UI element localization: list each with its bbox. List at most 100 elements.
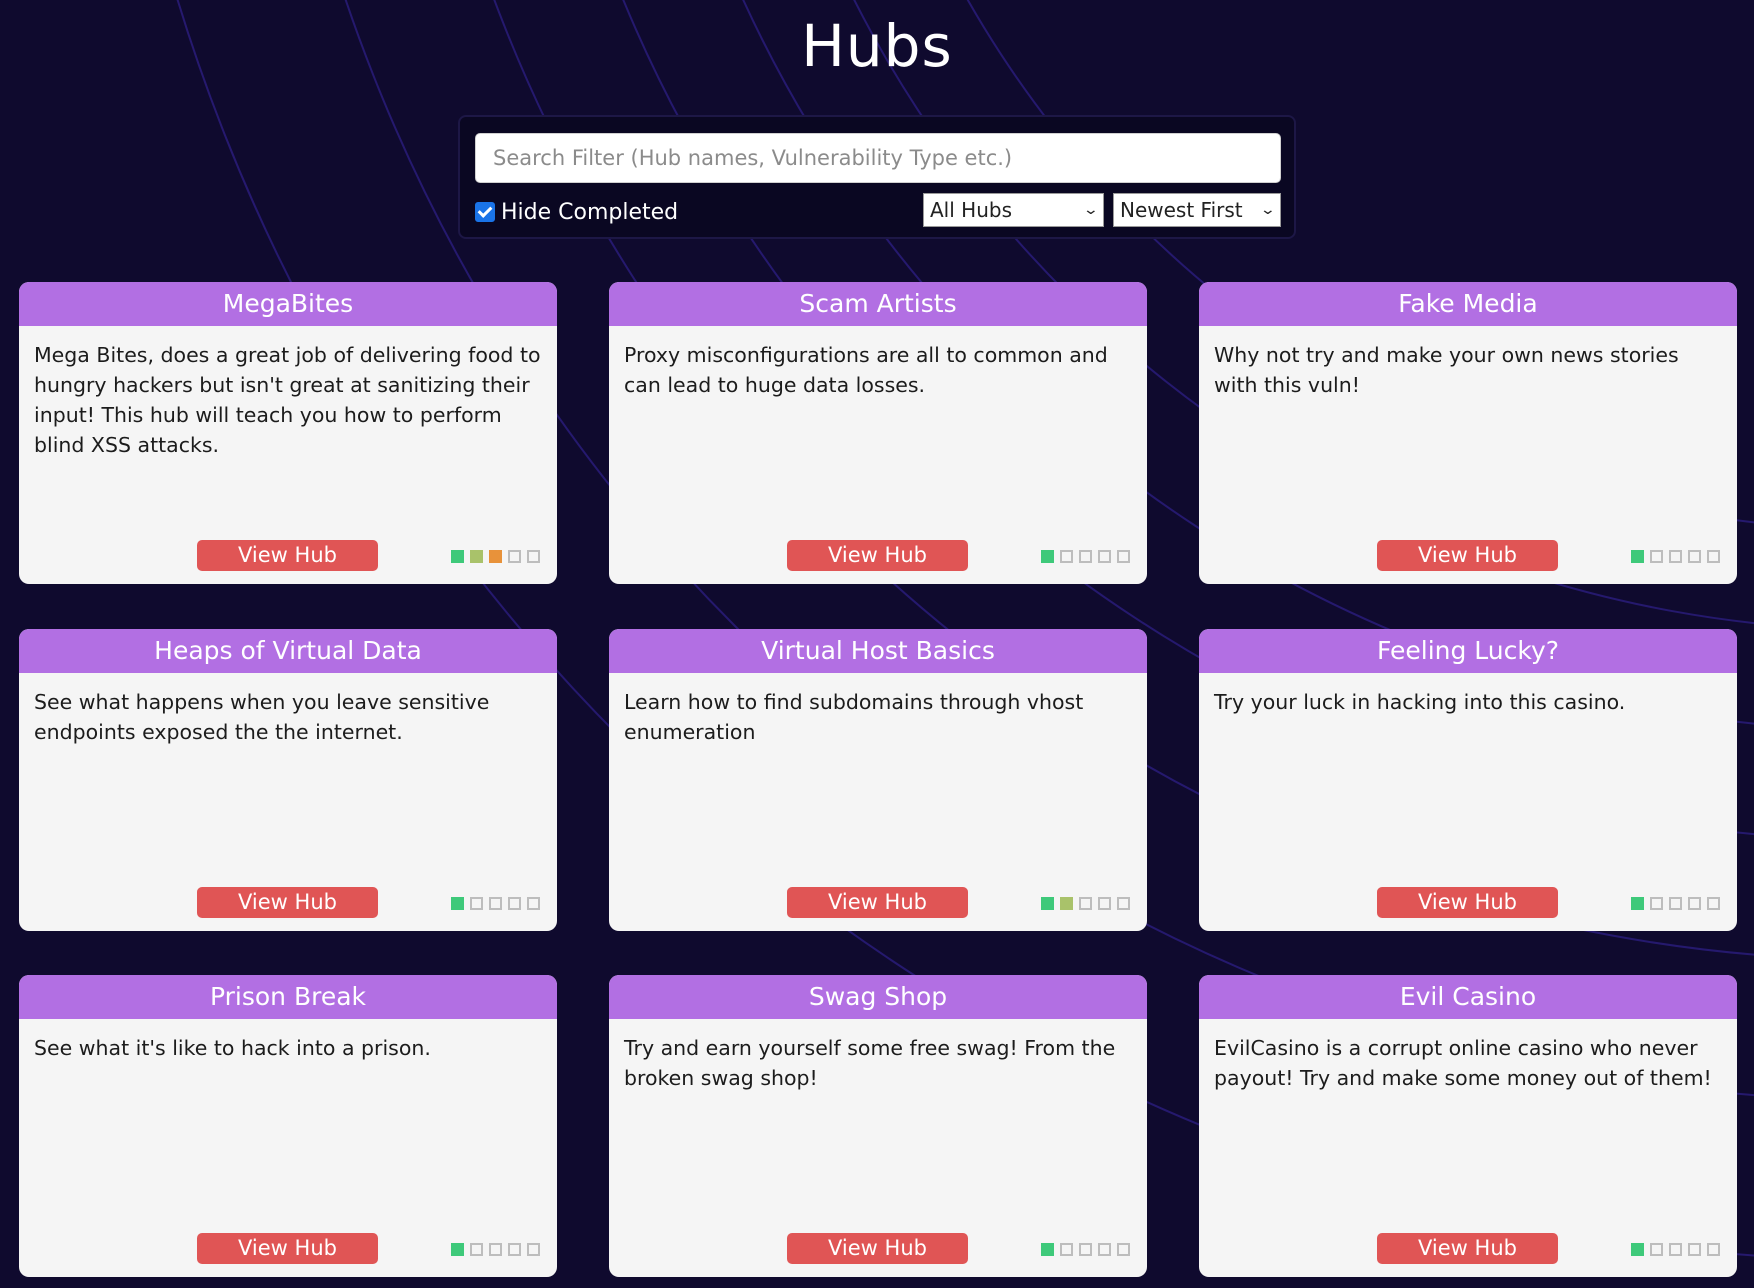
difficulty-square (1117, 550, 1130, 563)
hub-card-description: Learn how to find subdomains through vho… (624, 690, 1084, 744)
difficulty-square (1098, 897, 1111, 910)
page-title: Hubs (801, 12, 953, 80)
hub-card-description: See what happens when you leave sensitiv… (34, 690, 490, 744)
difficulty-square (1631, 1243, 1644, 1256)
view-hub-button[interactable]: View Hub (197, 887, 378, 918)
difficulty-square (1650, 1243, 1663, 1256)
hub-card-title: Scam Artists (609, 282, 1147, 326)
hub-card-title: Swag Shop (609, 975, 1147, 1019)
difficulty-square (1060, 550, 1073, 563)
chevron-down-icon: ⌄ (1259, 202, 1277, 218)
difficulty-indicator (1041, 550, 1136, 563)
hide-completed-checkbox[interactable] (475, 202, 495, 222)
difficulty-square (470, 1243, 483, 1256)
hub-card-description: EvilCasino is a corrupt online casino wh… (1214, 1036, 1712, 1090)
difficulty-square (470, 897, 483, 910)
difficulty-square (451, 550, 464, 563)
difficulty-square (489, 1243, 502, 1256)
difficulty-square (508, 550, 521, 563)
sort-select-value: Newest First (1120, 198, 1243, 222)
difficulty-square (1707, 1243, 1720, 1256)
category-select-value: All Hubs (930, 198, 1012, 222)
difficulty-square (1707, 550, 1720, 563)
hub-card-description: See what it's like to hack into a prison… (34, 1036, 431, 1060)
hub-card: Feeling Lucky? Try your luck in hacking i… (1199, 629, 1737, 931)
hubs-page: Hubs Hide Completed All Hubs ⌄ Newest Fi… (0, 0, 1754, 1288)
sort-select[interactable]: Newest First ⌄ (1113, 193, 1281, 227)
difficulty-square (1098, 1243, 1111, 1256)
difficulty-square (1688, 550, 1701, 563)
difficulty-square (1631, 897, 1644, 910)
hub-card: MegaBites Mega Bites, does a great job of… (19, 282, 557, 584)
view-hub-button[interactable]: View Hub (197, 540, 378, 571)
difficulty-square (489, 550, 502, 563)
hub-card-description: Try and earn yourself some free swag! Fr… (624, 1036, 1116, 1090)
difficulty-square (527, 1243, 540, 1256)
hub-card-title: Prison Break (19, 975, 557, 1019)
difficulty-square (1688, 897, 1701, 910)
difficulty-square (451, 897, 464, 910)
hub-card-description: Mega Bites, does a great job of deliveri… (34, 343, 541, 457)
difficulty-indicator (451, 1243, 546, 1256)
difficulty-square (508, 897, 521, 910)
difficulty-square (451, 1243, 464, 1256)
chevron-down-icon: ⌄ (1082, 202, 1100, 218)
difficulty-square (1098, 550, 1111, 563)
view-hub-button[interactable]: View Hub (1377, 887, 1558, 918)
hub-card-title: Heaps of Virtual Data (19, 629, 557, 673)
difficulty-square (1041, 897, 1054, 910)
difficulty-square (1669, 897, 1682, 910)
difficulty-indicator (451, 897, 546, 910)
hub-card: Prison Break See what it's like to hack i… (19, 975, 557, 1277)
hub-card-title: Virtual Host Basics (609, 629, 1147, 673)
hub-card: Evil Casino EvilCasino is a corrupt onlin… (1199, 975, 1737, 1277)
difficulty-square (1079, 897, 1092, 910)
difficulty-square (1688, 1243, 1701, 1256)
difficulty-square (527, 897, 540, 910)
difficulty-square (1117, 1243, 1130, 1256)
difficulty-indicator (1631, 897, 1726, 910)
difficulty-square (1669, 1243, 1682, 1256)
hub-card-description: Proxy misconfigurations are all to commo… (624, 343, 1108, 397)
difficulty-square (1060, 897, 1073, 910)
view-hub-button[interactable]: View Hub (787, 540, 968, 571)
difficulty-square (1079, 550, 1092, 563)
difficulty-indicator (1631, 550, 1726, 563)
difficulty-square (470, 550, 483, 563)
hub-card: Scam Artists Proxy misconfigurations are … (609, 282, 1147, 584)
hub-card-title: Fake Media (1199, 282, 1737, 326)
difficulty-square (1060, 1243, 1073, 1256)
hide-completed-label: Hide Completed (501, 199, 679, 225)
hub-card: Heaps of Virtual Data See what happens wh… (19, 629, 557, 931)
difficulty-square (1631, 550, 1644, 563)
difficulty-indicator (1041, 1243, 1136, 1256)
difficulty-square (1707, 897, 1720, 910)
difficulty-square (1650, 550, 1663, 563)
category-select[interactable]: All Hubs ⌄ (923, 193, 1104, 227)
difficulty-square (489, 897, 502, 910)
hub-card-title: Feeling Lucky? (1199, 629, 1737, 673)
difficulty-square (1650, 897, 1663, 910)
view-hub-button[interactable]: View Hub (1377, 540, 1558, 571)
hide-completed-toggle[interactable]: Hide Completed (475, 197, 678, 227)
hub-card-title: Evil Casino (1199, 975, 1737, 1019)
search-input[interactable] (475, 133, 1281, 183)
difficulty-square (527, 550, 540, 563)
view-hub-button[interactable]: View Hub (787, 1233, 968, 1264)
hub-card: Swag Shop Try and earn yourself some free… (609, 975, 1147, 1277)
hub-card: Virtual Host Basics Learn how to find sub… (609, 629, 1147, 931)
difficulty-square (1117, 897, 1130, 910)
difficulty-indicator (1631, 1243, 1726, 1256)
difficulty-square (1041, 550, 1054, 563)
view-hub-button[interactable]: View Hub (1377, 1233, 1558, 1264)
view-hub-button[interactable]: View Hub (197, 1233, 378, 1264)
difficulty-square (1079, 1243, 1092, 1256)
hub-card-title: MegaBites (19, 282, 557, 326)
difficulty-square (1669, 550, 1682, 563)
difficulty-indicator (451, 550, 546, 563)
difficulty-square (508, 1243, 521, 1256)
difficulty-indicator (1041, 897, 1136, 910)
view-hub-button[interactable]: View Hub (787, 887, 968, 918)
difficulty-square (1041, 1243, 1054, 1256)
filter-panel: Hide Completed All Hubs ⌄ Newest First ⌄ (458, 115, 1296, 239)
